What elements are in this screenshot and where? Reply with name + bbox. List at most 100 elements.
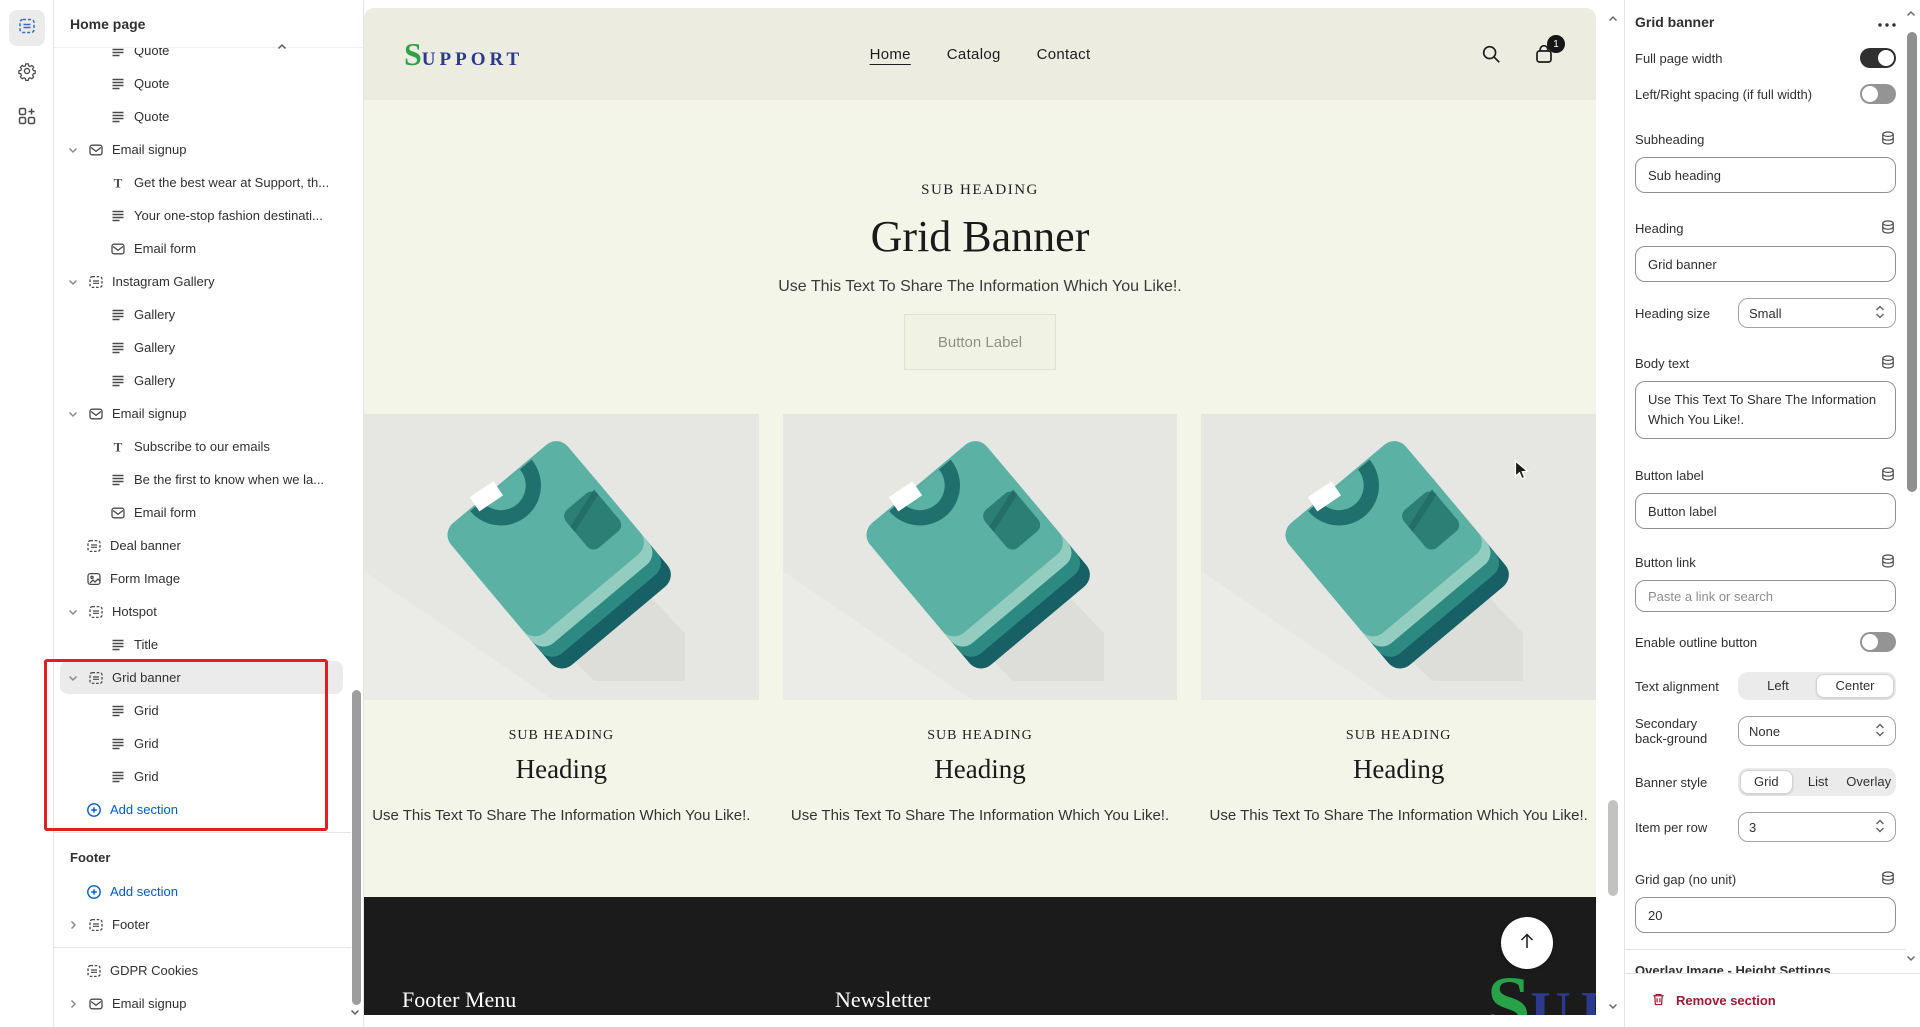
tree-item-email-form[interactable]: Email form xyxy=(60,232,343,265)
chevron-right-icon[interactable] xyxy=(66,998,80,1010)
enable-outline-toggle[interactable] xyxy=(1860,632,1896,652)
preview-scrollbar[interactable] xyxy=(1606,0,1620,1027)
heading-size-select[interactable]: Small xyxy=(1738,298,1896,328)
dynamic-source-icon[interactable] xyxy=(1880,130,1896,149)
subheading-input[interactable] xyxy=(1635,157,1896,193)
segment-option-list[interactable]: List xyxy=(1793,770,1844,794)
item-per-row-select[interactable]: 3 xyxy=(1738,812,1896,842)
heading-size-label: Heading size xyxy=(1635,306,1710,321)
dynamic-source-icon[interactable] xyxy=(1880,870,1896,889)
more-actions-icon[interactable] xyxy=(1878,15,1896,30)
tree-item-title[interactable]: Title xyxy=(60,628,343,661)
tree-item-quote[interactable]: Quote xyxy=(60,67,343,100)
section-icon xyxy=(88,917,104,933)
storefront-header: SUPPORT Home Catalog Contact 1 xyxy=(364,8,1596,100)
tree-item-be-the-first-to-know-when-we-la[interactable]: Be the first to know when we la... xyxy=(60,463,343,496)
segment-option-center[interactable]: Center xyxy=(1816,674,1894,698)
lr-spacing-toggle[interactable] xyxy=(1860,84,1896,104)
tree-item-email-signup[interactable]: Email signup xyxy=(60,133,343,166)
sections-tab-button[interactable] xyxy=(9,10,45,46)
button-label-input[interactable] xyxy=(1635,493,1896,529)
segment-option-overlay[interactable]: Overlay xyxy=(1843,770,1894,794)
tree-item-email-form[interactable]: Email form xyxy=(60,496,343,529)
panel-scrollbar-thumb[interactable] xyxy=(1907,32,1917,492)
dynamic-source-icon[interactable] xyxy=(1880,354,1896,373)
tree-item-instagram-gallery[interactable]: Instagram Gallery xyxy=(60,265,343,298)
svg-text:T: T xyxy=(114,439,123,454)
scroll-to-top-button[interactable] xyxy=(1501,917,1553,969)
scrollbar-up-icon[interactable] xyxy=(1905,8,1917,23)
nav-link-catalog[interactable]: Catalog xyxy=(947,46,1001,63)
preview-scrollbar-thumb[interactable] xyxy=(1608,800,1618,896)
chevron-down-icon[interactable] xyxy=(66,408,80,420)
chevron-down-icon[interactable] xyxy=(66,606,80,618)
tree-item-your-one-stop-fashion-destinati[interactable]: Your one-stop fashion destinati... xyxy=(60,199,343,232)
tree-item-gallery[interactable]: Gallery xyxy=(60,298,343,331)
cart-icon[interactable]: 1 xyxy=(1532,42,1556,66)
tree-item-email-signup[interactable]: Email signup xyxy=(60,397,343,430)
sidebar-scrollbar-thumb[interactable] xyxy=(352,690,361,1005)
tree-item-email-signup[interactable]: Email signup xyxy=(60,987,343,1020)
sidebar-scroll-down-icon[interactable] xyxy=(349,1005,361,1023)
card-subheading: SUB HEADING xyxy=(783,728,1178,744)
theme-settings-button[interactable] xyxy=(9,55,45,91)
grid-item-card-2[interactable]: SUB HEADING Heading Use This Text To Sha… xyxy=(783,414,1178,824)
store-logo[interactable]: SUPPORT xyxy=(404,36,523,73)
tree-item-gallery[interactable]: Gallery xyxy=(60,331,343,364)
section-tree: QuoteQuoteQuoteEmail signupTGet the best… xyxy=(54,48,351,1027)
tree-item-grid[interactable]: Grid xyxy=(60,727,343,760)
dynamic-source-icon[interactable] xyxy=(1880,553,1896,572)
tree-item-grid[interactable]: Grid xyxy=(60,694,343,727)
tree-item-quote[interactable]: Quote xyxy=(60,100,343,133)
tree-item-gallery[interactable]: Gallery xyxy=(60,364,343,397)
full-page-width-toggle[interactable] xyxy=(1860,48,1896,68)
tree-item-deal-banner[interactable]: Deal banner xyxy=(60,529,343,562)
segment-option-grid[interactable]: Grid xyxy=(1740,770,1793,794)
panel-scrollbar[interactable] xyxy=(1903,0,1919,973)
secondary-background-select[interactable]: None xyxy=(1738,716,1896,746)
tree-item-gdpr-cookies[interactable]: GDPR Cookies xyxy=(60,954,343,987)
scrollbar-down-icon[interactable] xyxy=(1607,999,1619,1017)
tree-item-hotspot[interactable]: Hotspot xyxy=(60,595,343,628)
grid-gap-input[interactable] xyxy=(1635,897,1896,933)
banner-button[interactable]: Button Label xyxy=(904,314,1056,370)
stepper-icon xyxy=(1875,722,1885,741)
button-link-input[interactable] xyxy=(1635,580,1896,612)
heading-input[interactable] xyxy=(1635,246,1896,282)
chevron-down-icon[interactable] xyxy=(66,276,80,288)
dynamic-source-icon[interactable] xyxy=(1880,219,1896,238)
button-label-label: Button label xyxy=(1635,468,1704,483)
scrollbar-down-icon[interactable] xyxy=(1905,952,1917,967)
tree-item-add-section[interactable]: Add section xyxy=(60,875,343,908)
segment-option-left[interactable]: Left xyxy=(1740,674,1816,698)
chevron-down-icon[interactable] xyxy=(66,144,80,156)
email-icon xyxy=(88,406,104,422)
tree-item-grid-banner[interactable]: Grid banner xyxy=(60,661,343,694)
grid-banner-section: SUB HEADING Grid Banner Use This Text To… xyxy=(364,100,1596,370)
tree-item-get-the-best-wear-at-support-th[interactable]: TGet the best wear at Support, th... xyxy=(60,166,343,199)
nav-link-home[interactable]: Home xyxy=(870,46,911,63)
grid-item-card-1[interactable]: SUB HEADING Heading Use This Text To Sha… xyxy=(364,414,759,824)
tree-item-grid[interactable]: Grid xyxy=(60,760,343,793)
text-align-icon xyxy=(110,637,126,653)
svg-text:T: T xyxy=(114,175,123,190)
grid-item-card-3[interactable]: SUB HEADING Heading Use This Text To Sha… xyxy=(1201,414,1596,824)
tree-item-quote[interactable]: Quote xyxy=(60,48,343,67)
tree-item-add-section[interactable]: Add section xyxy=(60,793,343,826)
chevron-down-icon[interactable] xyxy=(66,672,80,684)
chevron-right-icon[interactable] xyxy=(66,919,80,931)
scrollbar-up-icon[interactable] xyxy=(1607,12,1619,30)
cart-count-badge: 1 xyxy=(1547,35,1565,53)
remove-section-button[interactable]: Remove section xyxy=(1625,973,1920,1027)
search-icon[interactable] xyxy=(1480,43,1502,65)
tree-item-subscribe-to-our-emails[interactable]: TSubscribe to our emails xyxy=(60,430,343,463)
lr-spacing-label: Left/Right spacing (if full width) xyxy=(1635,87,1812,102)
body-text-textarea[interactable]: Use This Text To Share The Information W… xyxy=(1635,381,1896,439)
collapse-chevron-icon[interactable] xyxy=(276,40,288,58)
panel-title: Grid banner xyxy=(1635,14,1714,30)
nav-link-contact[interactable]: Contact xyxy=(1037,46,1091,63)
dynamic-source-icon[interactable] xyxy=(1880,466,1896,485)
tree-item-footer[interactable]: Footer xyxy=(60,908,343,941)
apps-button[interactable] xyxy=(9,100,45,136)
tree-item-form-image[interactable]: Form Image xyxy=(60,562,343,595)
